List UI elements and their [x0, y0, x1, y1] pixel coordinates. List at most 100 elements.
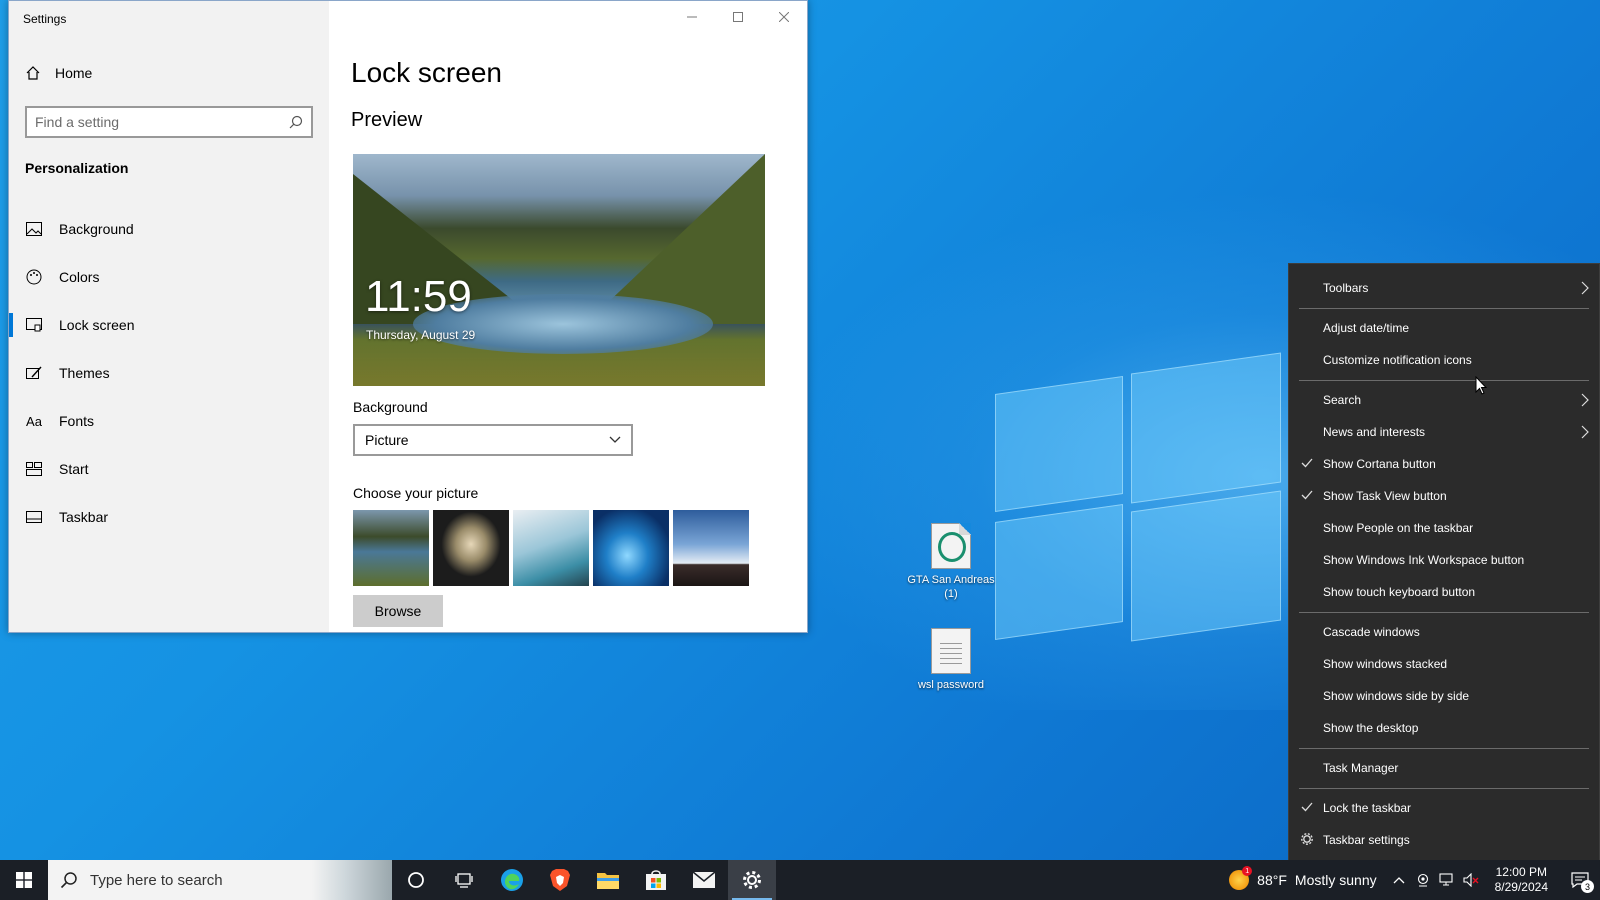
network-icon [1439, 873, 1453, 886]
page-title: Lock screen [351, 57, 502, 88]
menu-item-label: Show Windows Ink Workspace button [1323, 553, 1525, 567]
tray-meet-now[interactable] [1411, 860, 1435, 900]
sidebar-item-colors[interactable]: Colors [9, 253, 329, 301]
settings-sidebar: Settings Home Personalization Background… [9, 1, 329, 632]
taskbar-app-edge[interactable] [488, 860, 536, 900]
mouse-cursor-icon [1475, 376, 1487, 395]
store-icon [646, 870, 666, 890]
weather-badge: 1 [1242, 866, 1253, 876]
sidebar-item-label: Themes [59, 365, 110, 381]
background-dropdown-value: Picture [365, 432, 409, 448]
task-view-button[interactable] [440, 860, 488, 900]
cortana-icon [408, 872, 424, 888]
action-center-button[interactable]: 3 [1560, 860, 1600, 900]
desktop-icon-gta[interactable]: GTA San Andreas (1) [906, 523, 996, 601]
sidebar-item-fonts[interactable]: Aa Fonts [9, 397, 329, 445]
sidebar-item-taskbar[interactable]: Taskbar [9, 493, 329, 541]
desktop-icon-label: wsl password [917, 679, 985, 691]
menu-item-task-manager[interactable]: Task Manager [1289, 754, 1599, 782]
checkmark-icon [1301, 802, 1313, 812]
start-button[interactable] [0, 860, 48, 900]
taskbar-app-mail[interactable] [680, 860, 728, 900]
menu-item-windows-stacked[interactable]: Show windows stacked [1289, 650, 1599, 678]
home-icon [26, 66, 40, 80]
menu-item-show-touch-keyboard[interactable]: Show touch keyboard button [1289, 578, 1599, 606]
menu-item-show-task-view-button[interactable]: Show Task View button [1289, 482, 1599, 510]
menu-item-news-and-interests[interactable]: News and interests [1289, 418, 1599, 446]
gear-icon [1301, 833, 1313, 845]
checkmark-icon [1301, 458, 1313, 468]
background-dropdown[interactable]: Picture [353, 424, 633, 456]
windows-start-icon [16, 872, 32, 888]
weather-text: Mostly sunny [1294, 872, 1377, 888]
menu-item-label: Show the desktop [1323, 721, 1419, 735]
taskbar-clock[interactable]: 12:00 PM 8/29/2024 [1483, 865, 1560, 895]
tray-volume[interactable] [1459, 860, 1483, 900]
menu-item-toolbars[interactable]: Toolbars [1289, 274, 1599, 302]
picture-thumbnail-sail[interactable] [513, 510, 589, 586]
menu-item-show-cortana-button[interactable]: Show Cortana button [1289, 450, 1599, 478]
settings-search[interactable] [25, 106, 313, 138]
menu-item-cascade-windows[interactable]: Cascade windows [1289, 618, 1599, 646]
sidebar-item-background[interactable]: Background [9, 205, 329, 253]
choose-picture-label: Choose your picture [353, 485, 479, 501]
themes-icon [25, 364, 43, 382]
picture-thumbnail-lake[interactable] [353, 510, 429, 586]
menu-item-search[interactable]: Search [1289, 386, 1599, 414]
preview-time: 11:59 [365, 272, 472, 321]
search-highlight-image [312, 860, 392, 900]
settings-search-input[interactable] [35, 114, 289, 130]
sun-icon: 1 [1229, 866, 1253, 890]
weather-widget[interactable]: 1 88°F Mostly sunny [1219, 866, 1386, 890]
menu-item-label: Show windows side by side [1323, 689, 1470, 703]
taskbar-app-brave[interactable] [536, 860, 584, 900]
window-controls [669, 1, 807, 33]
weather-temp: 88°F [1257, 872, 1287, 888]
picture-thumbnail-cave[interactable] [433, 510, 509, 586]
desktop-icon-label: GTA San Andreas (1) [907, 574, 995, 600]
menu-item-adjust-datetime[interactable]: Adjust date/time [1289, 314, 1599, 342]
close-button[interactable] [761, 1, 807, 33]
menu-item-lock-taskbar[interactable]: Lock the taskbar [1289, 794, 1599, 822]
sidebar-item-themes[interactable]: Themes [9, 349, 329, 397]
minimize-button[interactable] [669, 1, 715, 33]
sidebar-item-lock-screen[interactable]: Lock screen [9, 301, 329, 349]
sidebar-item-label: Lock screen [59, 317, 135, 333]
home-link[interactable]: Home [25, 65, 92, 81]
sidebar-item-start[interactable]: Start [9, 445, 329, 493]
cortana-button[interactable] [392, 860, 440, 900]
volume-muted-icon [1463, 873, 1479, 887]
start-icon [25, 460, 43, 478]
browse-button[interactable]: Browse [353, 595, 443, 627]
desktop-icon-wsl-password[interactable]: wsl password [906, 628, 996, 692]
lock-screen-preview: 11:59 Thursday, August 29 [353, 154, 765, 386]
settings-window: Settings Home Personalization Background… [8, 0, 808, 633]
menu-item-show-people[interactable]: Show People on the taskbar [1289, 514, 1599, 542]
picture-thumbnail-clouds[interactable] [673, 510, 749, 586]
picture-thumbnails [353, 510, 749, 586]
menu-item-windows-side-by-side[interactable]: Show windows side by side [1289, 682, 1599, 710]
menu-item-label: Show windows stacked [1323, 657, 1448, 671]
taskbar-search-input[interactable] [90, 871, 290, 889]
menu-item-label: News and interests [1323, 425, 1426, 439]
taskbar-app-settings[interactable] [728, 860, 776, 900]
menu-item-show-ink-workspace[interactable]: Show Windows Ink Workspace button [1289, 546, 1599, 574]
taskbar-app-file-explorer[interactable] [584, 860, 632, 900]
taskbar-search[interactable] [48, 860, 392, 900]
tray-network[interactable] [1435, 860, 1459, 900]
menu-item-label: Lock the taskbar [1323, 801, 1412, 815]
menu-item-label: Task Manager [1323, 761, 1399, 775]
menu-item-customize-notification-icons[interactable]: Customize notification icons [1289, 346, 1599, 374]
gta-file-icon [931, 523, 971, 569]
menu-item-label: Taskbar settings [1323, 833, 1410, 847]
picture-thumbnail-underwater[interactable] [593, 510, 669, 586]
taskbar-app-store[interactable] [632, 860, 680, 900]
maximize-button[interactable] [715, 1, 761, 33]
menu-item-show-desktop[interactable]: Show the desktop [1289, 714, 1599, 742]
menu-item-taskbar-settings[interactable]: Taskbar settings [1289, 826, 1599, 854]
menu-item-label: Customize notification icons [1323, 353, 1472, 367]
search-icon[interactable] [289, 115, 303, 129]
notification-count: 3 [1581, 880, 1594, 893]
sidebar-item-label: Fonts [59, 413, 95, 429]
show-hidden-icons-button[interactable] [1387, 860, 1411, 900]
